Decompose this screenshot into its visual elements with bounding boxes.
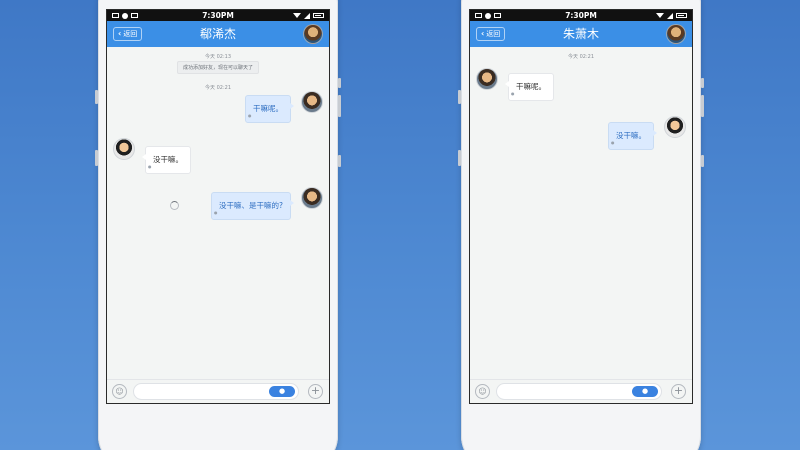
phone-left: 7:30PM ‹ 返回 郗浠杰 今天 02:13 成功添加好友，现在可以聊天了 … (95, 0, 341, 450)
power-button (701, 78, 704, 88)
battery-icon (676, 13, 687, 18)
chat-screen: 7:30PM ‹ 返回 朱萧木 今天 02:21 干嘛呢。 ● 没干嘛。 ● ☺… (469, 9, 693, 404)
wifi-icon (293, 13, 301, 18)
smile-icon[interactable]: ☺ (112, 384, 127, 399)
timestamp: 今天 02:21 (568, 54, 594, 60)
message-text: 干嘛呢。 (516, 82, 546, 91)
plus-button[interactable]: + (671, 384, 686, 399)
message-input[interactable]: ● (133, 383, 299, 400)
read-tick-icon: ● (148, 164, 152, 169)
message-bubble-outgoing[interactable]: 没干嘛。 ● (608, 122, 657, 150)
side-button (458, 150, 461, 166)
message-text: 干嘛呢。 (253, 104, 283, 113)
message-input[interactable]: ● (496, 383, 662, 400)
nav-bar: ‹ 返回 朱萧木 (470, 21, 692, 47)
volume-button (95, 90, 98, 104)
contact-name: 郗浠杰 (199, 27, 236, 41)
sent-tick-icon: ● (248, 113, 252, 118)
timestamp: 今天 02:13 (205, 54, 231, 60)
message-list[interactable]: 今天 02:21 干嘛呢。 ● 没干嘛。 ● (470, 47, 692, 379)
message-bubble-outgoing[interactable]: 没干嘛、是干嘛的? ● (211, 192, 294, 220)
contact-avatar[interactable] (303, 24, 323, 44)
contact-avatar[interactable] (666, 24, 686, 44)
plus-button[interactable]: + (308, 384, 323, 399)
power-button (338, 78, 341, 88)
microphone-icon[interactable]: ● (632, 386, 658, 397)
message-bubble-incoming[interactable]: 没干嘛。 ● (142, 146, 191, 174)
wifi-icon (656, 13, 664, 18)
my-avatar[interactable] (664, 116, 686, 138)
message-list[interactable]: 今天 02:13 成功添加好友，现在可以聊天了 今天 02:21 干嘛呢。 ● … (107, 47, 329, 379)
input-bar: ☺ ● + (470, 379, 692, 403)
message-text: 没干嘛、是干嘛的? (219, 201, 283, 210)
input-bar: ☺ ● + (107, 379, 329, 403)
status-bar: 7:30PM (470, 10, 692, 21)
side-button (701, 95, 704, 117)
smile-icon[interactable]: ☺ (475, 384, 490, 399)
side-button (338, 155, 341, 167)
status-bar: 7:30PM (107, 10, 329, 21)
message-text: 没干嘛。 (616, 131, 646, 140)
signal-icon (667, 12, 673, 19)
contact-message-avatar[interactable] (476, 68, 498, 90)
message-bubble-incoming[interactable]: 干嘛呢。 ● (505, 73, 554, 101)
chat-screen: 7:30PM ‹ 返回 郗浠杰 今天 02:13 成功添加好友，现在可以聊天了 … (106, 9, 330, 404)
my-avatar[interactable] (301, 187, 323, 209)
read-tick-icon: ● (511, 91, 515, 96)
battery-icon (313, 13, 324, 18)
system-note: 成功添加好友，现在可以聊天了 (176, 61, 260, 74)
phone-right: 7:30PM ‹ 返回 朱萧木 今天 02:21 干嘛呢。 ● 没干嘛。 ● ☺… (458, 0, 704, 450)
timestamp: 今天 02:21 (205, 85, 231, 91)
signal-icon (304, 12, 310, 19)
side-button (338, 95, 341, 117)
sent-tick-icon: ● (611, 140, 615, 145)
volume-button (458, 90, 461, 104)
message-bubble-outgoing[interactable]: 干嘛呢。 ● (245, 95, 294, 123)
contact-name: 朱萧木 (562, 27, 599, 41)
contact-message-avatar[interactable] (113, 138, 135, 160)
sent-tick-icon: ● (214, 210, 218, 215)
side-button (701, 155, 704, 167)
nav-bar: ‹ 返回 郗浠杰 (107, 21, 329, 47)
my-avatar[interactable] (301, 91, 323, 113)
microphone-icon[interactable]: ● (269, 386, 295, 397)
sending-spinner-icon (170, 201, 179, 210)
message-text: 没干嘛。 (153, 155, 183, 164)
side-button (95, 150, 98, 166)
